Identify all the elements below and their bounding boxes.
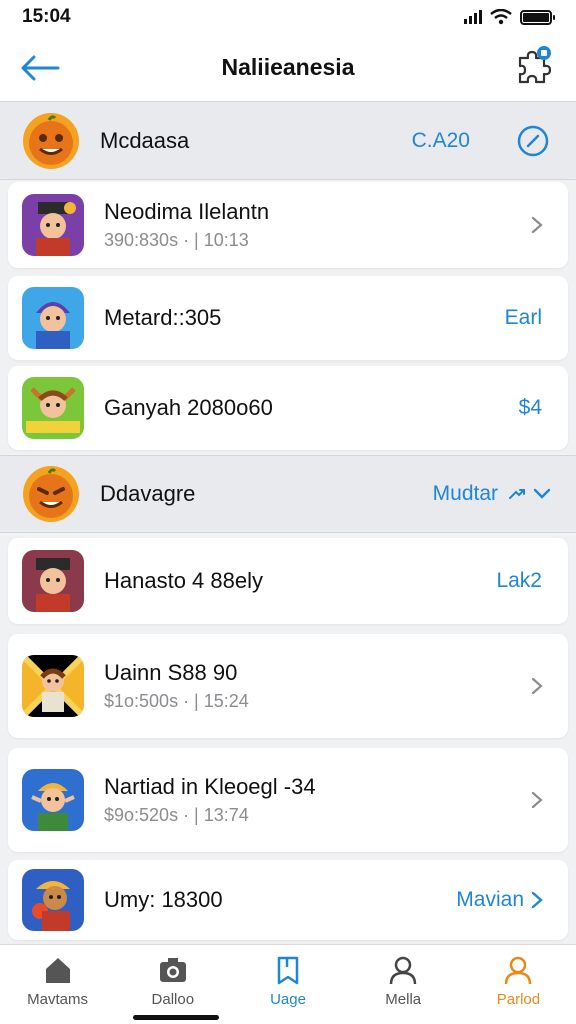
chevron-right-icon — [531, 891, 543, 909]
item-title: Umy: 18300 — [104, 887, 223, 912]
item-subtitle: $9o:520s · | 13:74 — [104, 805, 249, 825]
section-header-1[interactable]: Mcdaasa C.A20 — [0, 102, 576, 180]
item-value: Lak2 — [496, 569, 542, 592]
person-icon — [505, 956, 532, 985]
list-item[interactable]: Umy: 18300 Mavian — [8, 860, 568, 940]
list-item[interactable]: Nartiad in Kleoegl -34 $9o:520s · | 13:7… — [8, 748, 568, 852]
section-value: C.A20 — [411, 128, 470, 152]
page-title: Naliieanesia — [221, 54, 355, 80]
tab-bookmark[interactable]: Uage — [230, 945, 345, 1024]
status-bar: 15:04 — [0, 0, 576, 34]
tab-profile[interactable]: Mella — [346, 945, 461, 1024]
chevron-down-icon[interactable] — [532, 487, 552, 501]
item-value: Mavian — [456, 888, 524, 911]
tab-home[interactable]: Mavtams — [0, 945, 115, 1024]
home-icon — [45, 958, 70, 983]
home-indicator — [133, 1015, 219, 1020]
chevron-right-icon — [531, 677, 543, 695]
pumpkin-avatar-icon — [22, 112, 80, 170]
item-title: Neodima Ilelantn — [104, 199, 270, 224]
list-item[interactable]: Neodima Ilelantn 390:830s · | 10:13 — [8, 182, 568, 268]
tab-label: Mella — [385, 991, 422, 1008]
tab-label: Parlod — [496, 991, 541, 1008]
item-value: Earl — [504, 306, 542, 329]
item-subtitle: 390:830s · | 10:13 — [104, 230, 249, 250]
game-character-icon — [22, 769, 84, 831]
signal-icon — [464, 10, 482, 24]
chevron-right-icon — [531, 216, 543, 234]
list-item[interactable]: Ganyah 2080o60 $4 — [8, 366, 568, 450]
bookmark-icon — [277, 956, 299, 985]
notification-button[interactable] — [514, 44, 554, 88]
clock-icon[interactable] — [516, 124, 550, 158]
person-icon — [389, 956, 417, 985]
item-title: Ganyah 2080o60 — [104, 395, 273, 420]
chevron-right-icon — [531, 791, 543, 809]
list-item[interactable]: Hanasto 4 88ely Lak2 — [8, 538, 568, 624]
battery-icon — [520, 9, 555, 25]
list-item[interactable]: Uainn S88 90 $1o:500s · | 15:24 — [8, 634, 568, 738]
item-title: Hanasto 4 88ely — [104, 568, 263, 593]
tab-label: Mavtams — [27, 991, 89, 1008]
pumpkin-avatar-icon — [22, 465, 80, 523]
game-character-icon — [22, 655, 84, 717]
section-value: Mudtar — [432, 482, 498, 505]
game-character-icon — [22, 287, 84, 349]
camera-icon — [159, 958, 186, 982]
tab-bar: Mavtams Dalloo Uage Mella Parlod — [0, 944, 576, 1024]
item-title: Metard::305 — [104, 305, 222, 330]
section-title: Mcdaasa — [100, 127, 190, 153]
item-title: Uainn S88 90 — [104, 660, 238, 685]
trend-arrow-icon — [509, 489, 525, 499]
nav-bar: Naliieanesia — [0, 34, 576, 102]
tab-camera[interactable]: Dalloo — [115, 945, 230, 1024]
game-character-icon — [22, 869, 84, 931]
item-value: $4 — [518, 396, 542, 419]
tab-label: Dalloo — [151, 991, 195, 1008]
status-time: 15:04 — [22, 6, 71, 27]
item-subtitle: $1o:500s · | 15:24 — [104, 691, 249, 711]
status-icons — [464, 9, 555, 25]
puzzle-badge-icon — [518, 46, 552, 84]
game-character-icon — [22, 377, 84, 439]
back-arrow-icon — [21, 55, 60, 81]
game-character-icon — [22, 194, 84, 256]
game-character-icon — [22, 550, 84, 612]
tab-period[interactable]: Parlod — [461, 945, 576, 1024]
section-title: Ddavagre — [100, 481, 196, 506]
back-button[interactable] — [20, 48, 62, 88]
item-title: Nartiad in Kleoegl -34 — [104, 774, 316, 799]
list-item[interactable]: Metard::305 Earl — [8, 276, 568, 360]
section-header-2[interactable]: Ddavagre Mudtar — [0, 455, 576, 533]
tab-label: Uage — [270, 991, 306, 1008]
wifi-icon — [490, 9, 512, 25]
